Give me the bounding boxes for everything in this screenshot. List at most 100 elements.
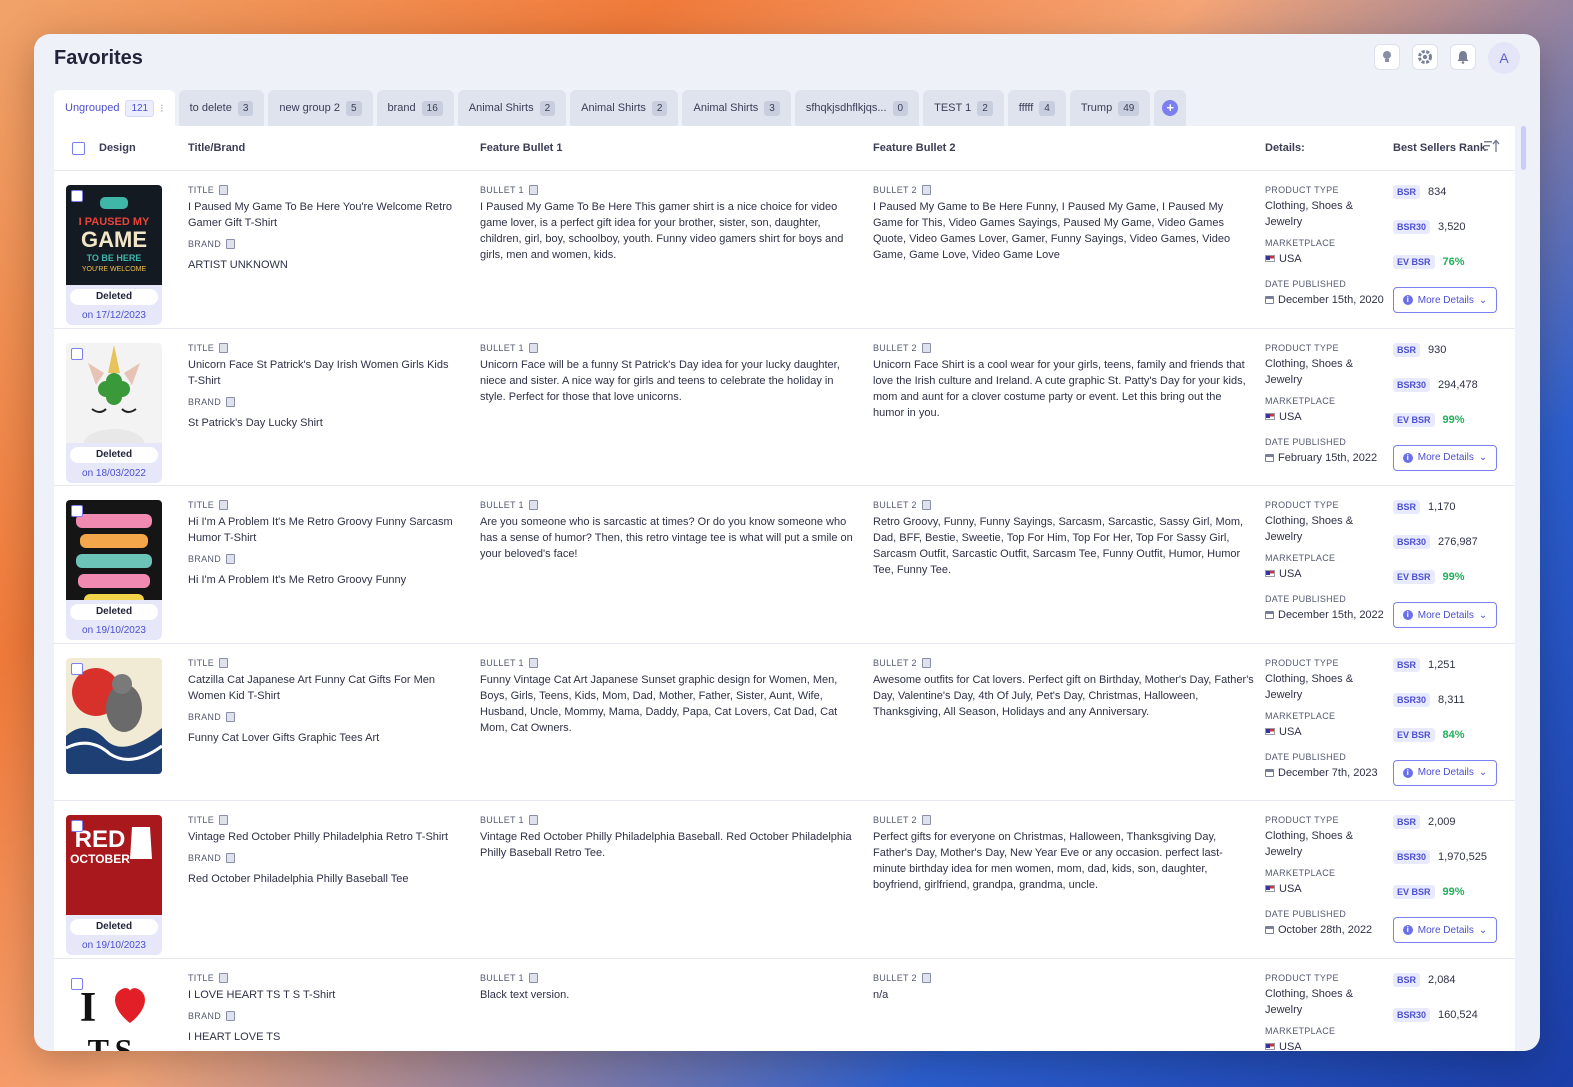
copy-icon[interactable] bbox=[921, 342, 931, 353]
details-cell: PRODUCT TYPE Clothing, Shoes & Jewelry M… bbox=[1265, 815, 1387, 938]
tab-2[interactable]: new group 2 5 bbox=[268, 90, 373, 126]
copy-icon[interactable] bbox=[219, 185, 229, 195]
scrollbar[interactable] bbox=[1521, 126, 1526, 170]
sort-icon[interactable] bbox=[1484, 139, 1500, 156]
copy-icon[interactable] bbox=[226, 711, 236, 722]
title-label: TITLE bbox=[188, 972, 215, 983]
copy-icon[interactable] bbox=[219, 815, 229, 825]
avatar[interactable]: A bbox=[1488, 42, 1520, 74]
copy-icon[interactable] bbox=[921, 185, 931, 195]
copy-icon[interactable] bbox=[528, 657, 538, 668]
copy-icon[interactable] bbox=[226, 239, 236, 249]
tab-6[interactable]: Animal Shirts 3 bbox=[682, 90, 791, 126]
tab-7[interactable]: sfhqkjsdhflkjqs... 0 bbox=[794, 90, 920, 126]
row-checkbox[interactable] bbox=[71, 190, 83, 202]
product-type-value: Clothing, Shoes & Jewelry bbox=[1265, 672, 1354, 701]
page-title: Favorites bbox=[54, 47, 143, 69]
copy-icon[interactable] bbox=[226, 396, 236, 407]
deleted-date: on 19/10/2023 bbox=[82, 625, 146, 636]
row-checkbox[interactable] bbox=[71, 347, 83, 360]
copy-icon[interactable] bbox=[921, 500, 931, 510]
calendar-icon bbox=[1265, 926, 1274, 934]
title-label: TITLE bbox=[188, 342, 215, 353]
tab-1[interactable]: to delete 3 bbox=[178, 90, 265, 126]
brand-label: BRAND bbox=[188, 853, 222, 863]
lightbulb-icon[interactable] bbox=[1374, 44, 1400, 70]
table-header: Design Title/Brand Feature Bullet 1 Feat… bbox=[54, 126, 1515, 171]
design-thumbnail[interactable]: I T.S. bbox=[66, 972, 162, 1051]
gear-icon[interactable] bbox=[1412, 44, 1438, 70]
more-details-button[interactable]: i More Details ⌄ bbox=[1393, 602, 1497, 628]
bullet2-cell: BULLET 2 Retro Groovy, Funny, Funny Sayi… bbox=[873, 500, 1255, 578]
copy-icon[interactable] bbox=[226, 853, 236, 863]
more-details-button[interactable]: i More Details ⌄ bbox=[1393, 287, 1497, 313]
tab-count-badge: 2 bbox=[651, 100, 668, 116]
col-design: Design bbox=[99, 142, 136, 154]
svg-text:YOU'RE WELCOME: YOU'RE WELCOME bbox=[82, 266, 147, 273]
marketplace-label: MARKETPLACE bbox=[1265, 395, 1336, 406]
copy-icon[interactable] bbox=[921, 657, 931, 668]
marketplace-value: USA bbox=[1279, 1040, 1302, 1052]
copy-icon[interactable] bbox=[219, 972, 229, 983]
marketplace-value: USA bbox=[1279, 410, 1302, 423]
marketplace-label: MARKETPLACE bbox=[1265, 553, 1336, 563]
design-thumbnail[interactable] bbox=[66, 342, 162, 459]
calendar-icon bbox=[1265, 296, 1274, 304]
design-thumbnail[interactable] bbox=[66, 500, 162, 616]
info-icon: i bbox=[1402, 925, 1413, 935]
copy-icon[interactable] bbox=[921, 972, 931, 983]
bsr-value: 1,170 bbox=[1428, 501, 1456, 513]
row-checkbox[interactable] bbox=[71, 977, 83, 990]
tab-0[interactable]: Ungrouped 121 ⁝ bbox=[54, 90, 175, 126]
more-details-button[interactable]: i More Details ⌄ bbox=[1393, 444, 1497, 471]
select-all-checkbox[interactable] bbox=[72, 142, 85, 155]
copy-icon[interactable] bbox=[219, 342, 229, 353]
copy-icon[interactable] bbox=[528, 500, 538, 510]
bsr-cell: BSR 930 BSR30 294,478 EV BSR 99% i More Detai… bbox=[1393, 342, 1503, 471]
copy-icon[interactable] bbox=[921, 815, 931, 825]
marketplace-value: USA bbox=[1279, 725, 1302, 738]
tab-count-badge: 3 bbox=[237, 100, 254, 116]
product-type-label: PRODUCT TYPE bbox=[1265, 500, 1339, 510]
copy-icon[interactable] bbox=[528, 342, 538, 353]
tab-3[interactable]: brand 16 bbox=[376, 90, 454, 126]
calendar-icon bbox=[1265, 453, 1274, 462]
tab-10[interactable]: Trump 49 bbox=[1069, 90, 1151, 126]
bell-icon[interactable] bbox=[1450, 44, 1476, 70]
title-label: TITLE bbox=[188, 815, 215, 825]
title-label: TITLE bbox=[188, 185, 215, 195]
copy-icon[interactable] bbox=[528, 185, 538, 195]
copy-icon[interactable] bbox=[226, 554, 236, 564]
tab-5[interactable]: Animal Shirts 2 bbox=[570, 90, 679, 126]
bullet1-cell: BULLET 1 Funny Vintage Cat Art Japanese … bbox=[480, 657, 860, 736]
more-details-button[interactable]: i More Details ⌄ bbox=[1393, 759, 1497, 786]
ev-bsr-tag: EV BSR bbox=[1393, 412, 1435, 427]
row-checkbox[interactable] bbox=[71, 505, 83, 517]
title-brand-cell: TITLE Unicorn Face St Patrick's Day Iris… bbox=[188, 342, 458, 431]
details-cell: PRODUCT TYPE Clothing, Shoes & Jewelry M… bbox=[1265, 973, 1387, 1052]
row-checkbox[interactable] bbox=[71, 662, 83, 675]
chevron-down-icon: ⌄ bbox=[1478, 609, 1488, 621]
row-checkbox[interactable] bbox=[71, 820, 83, 832]
date-published-label: DATE PUBLISHED bbox=[1265, 909, 1347, 919]
design-thumbnail[interactable]: I PAUSED MY GAME TO BE HERE YOU'RE WELCO… bbox=[66, 185, 162, 301]
tab-8[interactable]: TEST 1 2 bbox=[923, 90, 1004, 126]
tab-menu-icon[interactable]: ⁝ bbox=[160, 102, 164, 115]
design-thumbnail[interactable] bbox=[66, 657, 162, 774]
copy-icon[interactable] bbox=[219, 500, 229, 510]
tab-9[interactable]: fffff 4 bbox=[1007, 90, 1066, 126]
copy-icon[interactable] bbox=[528, 972, 538, 983]
copy-icon[interactable] bbox=[528, 815, 538, 825]
copy-icon[interactable] bbox=[219, 657, 229, 668]
copy-icon[interactable] bbox=[226, 1010, 236, 1021]
ev-bsr-tag: EV BSR bbox=[1393, 727, 1435, 742]
design-thumbnail[interactable]: RED OCTOBER bbox=[66, 815, 162, 931]
more-details-button[interactable]: i More Details ⌄ bbox=[1393, 917, 1497, 943]
bsr30-value: 160,524 bbox=[1438, 1008, 1478, 1021]
bullet2-label: BULLET 2 bbox=[873, 342, 917, 353]
product-type-label: PRODUCT TYPE bbox=[1265, 342, 1339, 353]
tab-4[interactable]: Animal Shirts 2 bbox=[457, 90, 567, 126]
details-cell: PRODUCT TYPE Clothing, Shoes & Jewelry M… bbox=[1265, 343, 1387, 466]
calendar-icon bbox=[1265, 768, 1274, 777]
add-group-button[interactable]: + bbox=[1154, 90, 1187, 126]
